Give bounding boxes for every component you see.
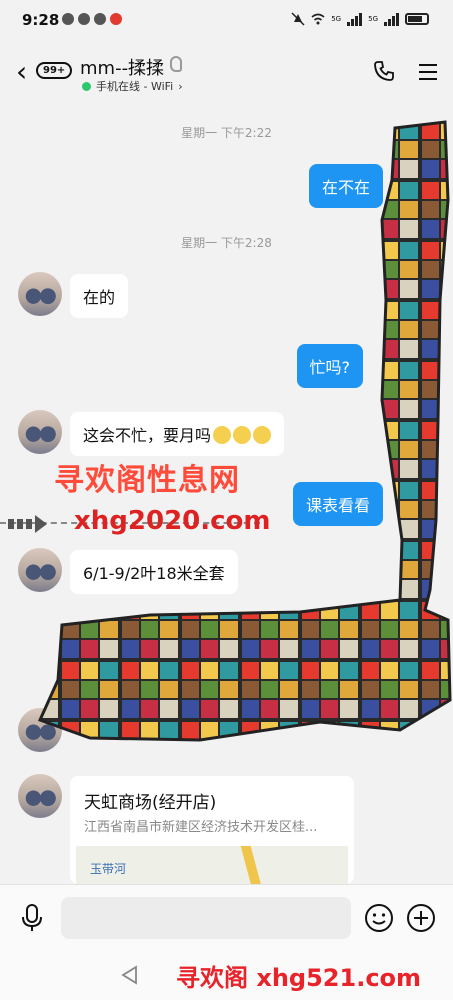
nav-back-icon[interactable]	[120, 965, 140, 985]
message-input[interactable]	[61, 897, 351, 939]
map-label: 玉带河	[90, 862, 127, 876]
avatar[interactable]	[18, 708, 62, 752]
message-sent[interactable]: 忙吗?	[296, 344, 363, 388]
notification-icon	[62, 13, 74, 25]
message-sent[interactable]: 在不在	[308, 164, 383, 208]
watermark-site-name: 寻欢阁性息网	[54, 463, 240, 498]
battery-icon	[405, 13, 429, 25]
signal-label: 5G	[368, 15, 378, 23]
mic-icon[interactable]	[20, 903, 44, 933]
notification-icon	[78, 13, 90, 25]
smile-icon[interactable]	[364, 903, 394, 933]
notification-icon	[94, 13, 106, 25]
weibo-icon	[110, 13, 122, 25]
message-received[interactable]: 这会不忙，要月吗	[70, 412, 285, 456]
message-received[interactable]: 6/1-9/2叶18米全套	[70, 550, 238, 594]
emoji-icon	[233, 426, 252, 444]
arrow-icon	[8, 514, 56, 534]
online-status[interactable]: 手机在线 - WiFi ›	[82, 78, 183, 94]
location-map: 玉带河	[76, 846, 348, 884]
signal-icon	[347, 12, 363, 26]
input-bar	[0, 884, 453, 950]
status-bar: 9:28 5G 5G	[0, 0, 453, 44]
phone-icon[interactable]	[373, 60, 395, 82]
online-dot	[82, 81, 91, 91]
avatar[interactable]	[18, 548, 62, 592]
location-card[interactable]: 天虹商场(经开店) 江西省南昌市新建区经济技术开发区桂... 玉带河	[70, 776, 354, 884]
emoji-icon	[253, 426, 272, 444]
menu-icon[interactable]	[419, 64, 437, 85]
message-timestamp: 星期一 下午2:28	[181, 236, 272, 250]
status-right: 5G 5G	[291, 12, 429, 26]
wifi-icon	[311, 13, 325, 25]
online-text: 手机在线 - WiFi	[96, 80, 174, 93]
mute-icon	[291, 12, 305, 26]
avatar[interactable]	[18, 272, 62, 316]
signal-label: 5G	[331, 15, 342, 23]
message-sent[interactable]: 课表看看	[292, 482, 383, 526]
watermark-footer: 寻欢阁 xhg521.com	[176, 964, 422, 992]
signal-icon	[384, 12, 399, 26]
ear-icon	[170, 56, 182, 72]
avatar[interactable]	[18, 410, 62, 454]
location-title: 天虹商场(经开店)	[84, 793, 217, 813]
notification-icons	[62, 13, 122, 25]
unread-badge[interactable]: 99+	[36, 62, 73, 79]
back-icon[interactable]: ‹	[16, 58, 27, 86]
chat-title[interactable]: mm--揉揉	[80, 54, 164, 80]
avatar[interactable]	[18, 774, 62, 818]
watermark-url: xhg2020.com	[74, 506, 271, 536]
chat-header: ‹ 99+ mm--揉揉 手机在线 - WiFi ›	[0, 44, 453, 104]
plus-icon[interactable]	[406, 903, 436, 933]
status-time: 9:28	[22, 11, 60, 29]
chevron-right-icon: ›	[178, 79, 183, 93]
map-road	[240, 846, 262, 884]
message-text: 这会不忙，要月吗	[83, 426, 212, 445]
emoji-icon	[213, 426, 232, 444]
message-timestamp: 星期一 下午2:22	[181, 126, 272, 140]
location-address: 江西省南昌市新建区经济技术开发区桂...	[84, 820, 318, 835]
message-received[interactable]: 在的	[70, 274, 129, 318]
